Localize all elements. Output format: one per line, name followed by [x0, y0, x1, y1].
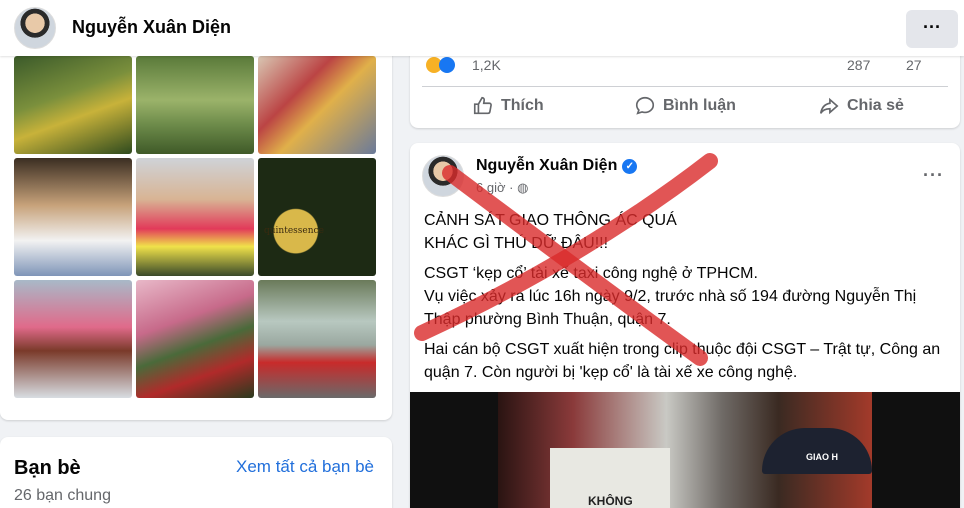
reaction-icons[interactable] — [426, 56, 455, 73]
like-label: Thích — [501, 97, 544, 114]
photo-8[interactable] — [136, 280, 254, 398]
post-headline-1: CẢNH SÁT GIAO THÔNG ÁC QUÁ — [424, 212, 677, 229]
profile-header: Nguyễn Xuân Diện ··· — [0, 0, 964, 56]
share-label: Chia sẻ — [847, 97, 904, 114]
photo-3[interactable] — [258, 56, 376, 154]
more-options-button[interactable]: ··· — [906, 10, 958, 48]
post-timestamp[interactable]: 6 giờ · ◍ — [476, 180, 528, 196]
photo-1[interactable] — [14, 56, 132, 154]
umbrella-text: GIAO H — [806, 452, 839, 462]
post-paragraph-2a: Hai cán bộ CSGT xuất hiện trong clip thu… — [424, 341, 941, 358]
comment-icon — [635, 96, 655, 115]
post-time-label: 6 giờ — [476, 180, 506, 195]
reaction-count[interactable]: 1,2K — [472, 57, 501, 73]
post-author-name[interactable]: Nguyễn Xuân Diện — [476, 157, 617, 175]
photo-9[interactable] — [258, 280, 376, 398]
post-paragraph-1c: Thập phường Bình Thuận, quận 7. — [424, 311, 671, 328]
post-author-avatar[interactable] — [422, 155, 464, 197]
see-all-friends-link[interactable]: Xem tất cả bạn bè — [236, 457, 374, 477]
post-author[interactable]: Nguyễn Xuân Diện ✓ — [476, 157, 638, 175]
divider — [422, 86, 948, 87]
friends-title: Bạn bè — [14, 457, 81, 479]
post-paragraph-1b: Vụ việc xảy ra lúc 16h ngày 9/2, trước n… — [424, 288, 917, 305]
friends-card: Bạn bè Xem tất cả bạn bè 26 bạn chung — [0, 437, 392, 508]
photo-7[interactable] — [14, 280, 132, 398]
dot-separator: · — [509, 180, 518, 195]
photo-6[interactable]: quintessence — [258, 158, 376, 276]
photo-5[interactable] — [136, 158, 254, 276]
comment-label: Bình luận — [663, 97, 736, 114]
mutual-friends-count: 26 bạn chung — [14, 487, 111, 504]
like-button[interactable]: Thích — [472, 94, 544, 118]
profile-name[interactable]: Nguyễn Xuân Diện — [72, 17, 231, 38]
verified-icon: ✓ — [622, 158, 638, 174]
photo-2[interactable] — [136, 56, 254, 154]
like-reaction-icon — [439, 56, 455, 73]
globe-icon: ◍ — [517, 180, 529, 195]
more-icon: ··· — [923, 17, 941, 37]
comment-button[interactable]: Bình luận — [634, 94, 736, 118]
post-card: Nguyễn Xuân Diện ✓ 6 giờ · ◍ ··· CẢNH SÁ… — [410, 143, 960, 508]
share-count[interactable]: 27 — [906, 57, 922, 73]
post-headline-2: KHÁC GÌ THÚ DỮ ĐÂU!!! — [424, 235, 609, 252]
profile-avatar[interactable] — [14, 7, 56, 49]
like-icon — [473, 96, 492, 115]
photos-card: quintessence — [0, 40, 392, 420]
comment-count[interactable]: 287 — [847, 57, 870, 73]
sign-text: quintessence — [264, 226, 324, 236]
post-video[interactable]: KHÔNG GIAO H — [410, 392, 960, 508]
share-icon — [819, 97, 839, 115]
photo-4[interactable] — [14, 158, 132, 276]
video-sign: KHÔNG — [550, 448, 670, 508]
sign-text-khong: KHÔNG — [588, 494, 633, 508]
share-button[interactable]: Chia sẻ — [818, 94, 904, 118]
post-paragraph-2b: quận 7. Còn người bị 'kẹp cổ' là tài xế … — [424, 364, 798, 381]
post-paragraph-1a: CSGT ‘kẹp cổ’ tài xế taxi công nghệ ở TP… — [424, 265, 758, 282]
post-options-button[interactable]: ··· — [923, 165, 944, 186]
